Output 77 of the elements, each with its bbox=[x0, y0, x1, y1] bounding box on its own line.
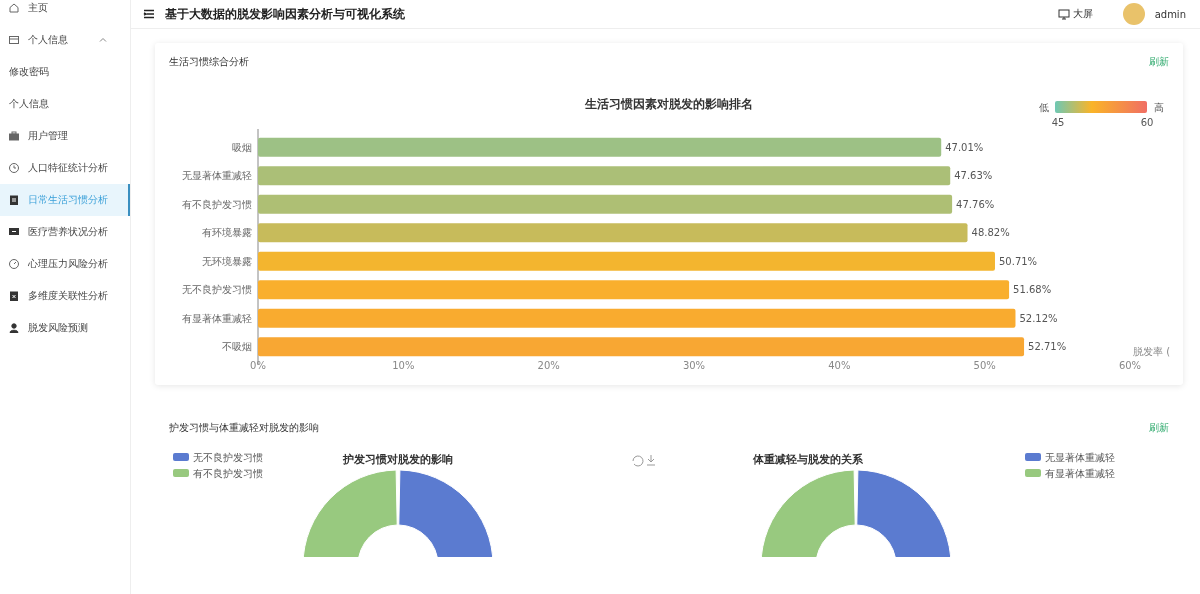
axis-tick-label: 50% bbox=[973, 360, 996, 371]
sidebar-item[interactable]: 修改密码 bbox=[0, 56, 130, 88]
axis-tick-label: 0% bbox=[250, 360, 266, 371]
bar[interactable] bbox=[258, 337, 1025, 357]
bar[interactable] bbox=[258, 251, 995, 271]
bar[interactable] bbox=[258, 223, 968, 243]
legend-low-label: 低 bbox=[1039, 102, 1049, 113]
donut-segment[interactable] bbox=[760, 469, 856, 557]
legend-high-label: 高 bbox=[1154, 102, 1164, 113]
chart-title: 体重减轻与脱发的关系 bbox=[753, 453, 863, 466]
value-label: 47.76% bbox=[956, 198, 995, 210]
donut-segment[interactable] bbox=[856, 469, 952, 557]
value-label: 52.71% bbox=[1028, 341, 1067, 353]
bar[interactable] bbox=[258, 194, 953, 214]
legend-item[interactable]: 无显著体重减轻 bbox=[1025, 452, 1115, 463]
donut-segment[interactable] bbox=[302, 469, 398, 557]
legend-item[interactable]: 无不良护发习惯 bbox=[173, 452, 263, 463]
value-label: 47.63% bbox=[954, 170, 993, 182]
bar[interactable] bbox=[258, 308, 1016, 328]
panel-title: 生活习惯综合分析 bbox=[169, 55, 249, 69]
axis-label: 不吸烟 bbox=[222, 341, 252, 353]
sidebar-item[interactable]: 个人信息 bbox=[0, 88, 130, 120]
bar[interactable] bbox=[258, 280, 1010, 300]
axis-label: 有不良护发习惯 bbox=[182, 198, 252, 210]
value-label: 52.12% bbox=[1019, 312, 1058, 324]
axis-tick-label: 20% bbox=[537, 360, 560, 371]
axis-tick-label: 30% bbox=[682, 360, 706, 371]
monitor-icon bbox=[1057, 8, 1070, 20]
clipboard-icon bbox=[8, 290, 20, 302]
menu-icon[interactable] bbox=[143, 8, 155, 20]
briefcase-icon bbox=[8, 130, 20, 142]
axis-tick-label: 40% bbox=[828, 360, 851, 371]
download-icon[interactable] bbox=[646, 454, 656, 466]
value-label: 47.01% bbox=[945, 141, 984, 153]
panel-title: 护发习惯与体重减轻对脱发的影响 bbox=[169, 421, 319, 435]
clipboard-icon bbox=[8, 194, 20, 206]
fullscreen-button[interactable]: 大屏 bbox=[1057, 7, 1093, 21]
value-label: 50.71% bbox=[999, 255, 1038, 267]
axis-tick-label: 10% bbox=[392, 360, 415, 371]
axis-label: 无环境暴露 bbox=[202, 255, 252, 267]
sidebar-item[interactable]: 主页 bbox=[0, 0, 130, 24]
chart-title: 生活习惯因素对脱发的影响排名 bbox=[585, 97, 753, 111]
axis-label: 无不良护发习惯 bbox=[182, 284, 252, 296]
user-name[interactable]: admin bbox=[1154, 8, 1186, 20]
avatar[interactable] bbox=[1122, 3, 1145, 25]
chat-icon bbox=[8, 226, 20, 238]
legend-item[interactable]: 有不良护发习惯 bbox=[173, 468, 263, 479]
axis-label: 有显著体重减轻 bbox=[182, 312, 252, 324]
clock-icon bbox=[8, 162, 20, 174]
legend-max-value: 60 bbox=[1140, 117, 1154, 128]
sidebar-item[interactable]: 心理压力风险分析 bbox=[0, 248, 130, 280]
donut-segment[interactable] bbox=[398, 469, 494, 557]
axis-label: 有环境暴露 bbox=[202, 227, 252, 239]
value-label: 48.82% bbox=[971, 227, 1010, 239]
sidebar-item[interactable]: 用户管理 bbox=[0, 120, 130, 152]
axis-label: 无显著体重减轻 bbox=[182, 170, 252, 182]
chart-title: 护发习惯对脱发的影响 bbox=[343, 453, 453, 466]
axis-title: 脱发率 ( bbox=[1133, 346, 1171, 357]
bar[interactable] bbox=[258, 137, 942, 157]
axis-tick-label: 60% bbox=[1118, 360, 1142, 371]
home-icon bbox=[8, 2, 20, 14]
gauge-icon bbox=[8, 258, 20, 270]
value-label: 51.68% bbox=[1013, 284, 1052, 296]
legend-item[interactable]: 有显著体重减轻 bbox=[1025, 468, 1115, 479]
card-icon bbox=[8, 34, 20, 46]
sidebar-item[interactable]: 多维度关联性分析 bbox=[0, 280, 130, 312]
refresh-icon[interactable] bbox=[632, 455, 644, 467]
sidebar-item[interactable]: 脱发风险预测 bbox=[0, 312, 130, 344]
sidebar-item[interactable]: 人口特征统计分析 bbox=[0, 152, 130, 184]
legend-min-value: 45 bbox=[1051, 117, 1065, 128]
sidebar-item[interactable]: 医疗营养状况分析 bbox=[0, 216, 130, 248]
app-title: 基于大数据的脱发影响因素分析与可视化系统 bbox=[165, 5, 406, 23]
axis-label: 吸烟 bbox=[232, 141, 252, 153]
sidebar-item[interactable]: 个人信息 bbox=[0, 24, 130, 56]
visual-map-bar[interactable] bbox=[1055, 101, 1147, 113]
user-icon bbox=[8, 322, 20, 334]
bar[interactable] bbox=[258, 166, 951, 186]
